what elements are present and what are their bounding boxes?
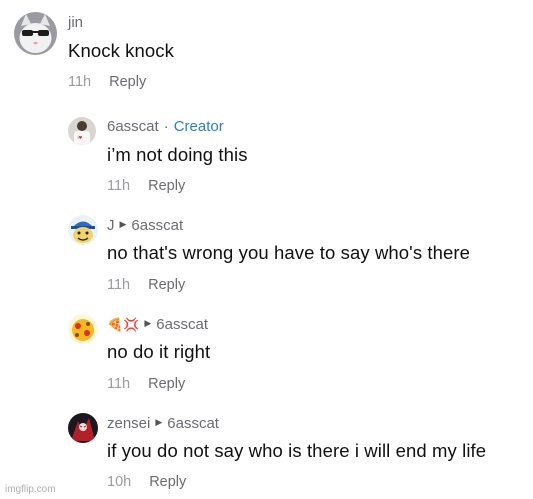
comment-text: i’m not doing this bbox=[107, 144, 248, 165]
reply-arrow-icon: ▶ bbox=[144, 318, 152, 328]
reply-button[interactable]: Reply bbox=[148, 178, 185, 194]
comment-text: no do it right bbox=[107, 341, 211, 362]
avatar[interactable] bbox=[68, 413, 98, 443]
author-name[interactable]: 6asscat bbox=[107, 118, 159, 135]
avatar[interactable]: I♥ bbox=[68, 117, 96, 145]
reply-button[interactable]: Reply bbox=[149, 474, 186, 490]
reply-arrow-icon: ▶ bbox=[119, 219, 127, 229]
comment-meta: 11h Reply bbox=[68, 74, 146, 90]
watermark: imgflip.com bbox=[5, 484, 56, 495]
comment-meta: 11h Reply bbox=[107, 178, 185, 194]
comment-author[interactable]: 🍕💢 ▶ 6asscat bbox=[107, 316, 208, 333]
avatar[interactable] bbox=[14, 12, 57, 55]
comment-time: 10h bbox=[107, 474, 132, 490]
author-name[interactable]: 🍕💢 bbox=[107, 317, 139, 333]
reply-button[interactable]: Reply bbox=[109, 74, 146, 90]
creator-badge: Creator bbox=[173, 118, 224, 135]
author-name[interactable]: jin bbox=[68, 14, 83, 31]
comment-author[interactable]: 6asscat · Creator bbox=[107, 118, 224, 135]
separator-dot: · bbox=[163, 118, 169, 135]
comment-time: 11h bbox=[107, 178, 131, 194]
reply-arrow-icon: ▶ bbox=[155, 417, 163, 427]
comment-time: 11h bbox=[107, 277, 131, 293]
reply-to-name[interactable]: 6asscat bbox=[131, 217, 183, 234]
comment-meta: 11h Reply bbox=[107, 277, 185, 293]
comment-time: 11h bbox=[68, 74, 92, 90]
author-name[interactable]: zensei bbox=[107, 415, 150, 432]
reply-to-name[interactable]: 6asscat bbox=[167, 415, 219, 432]
avatar[interactable] bbox=[68, 314, 98, 344]
comment-author[interactable]: J ▶ 6asscat bbox=[107, 217, 183, 234]
comment-text: if you do not say who is there i will en… bbox=[107, 440, 487, 461]
comment-author[interactable]: jin bbox=[68, 14, 83, 31]
comment-text: Knock knock bbox=[68, 40, 174, 61]
reply-button[interactable]: Reply bbox=[148, 376, 185, 392]
svg-text:I♥: I♥ bbox=[78, 135, 83, 140]
avatar[interactable] bbox=[68, 215, 98, 245]
author-name[interactable]: J bbox=[107, 217, 115, 234]
reply-button[interactable]: Reply bbox=[148, 277, 185, 293]
comment-meta: 11h Reply bbox=[107, 376, 185, 392]
comment-time: 11h bbox=[107, 376, 131, 392]
comment-text: no that's wrong you have to say who's th… bbox=[107, 242, 471, 263]
comment-meta: 10h Reply bbox=[107, 474, 186, 490]
reply-to-name[interactable]: 6asscat bbox=[156, 316, 208, 333]
comment-author[interactable]: zensei ▶ 6asscat bbox=[107, 415, 219, 432]
